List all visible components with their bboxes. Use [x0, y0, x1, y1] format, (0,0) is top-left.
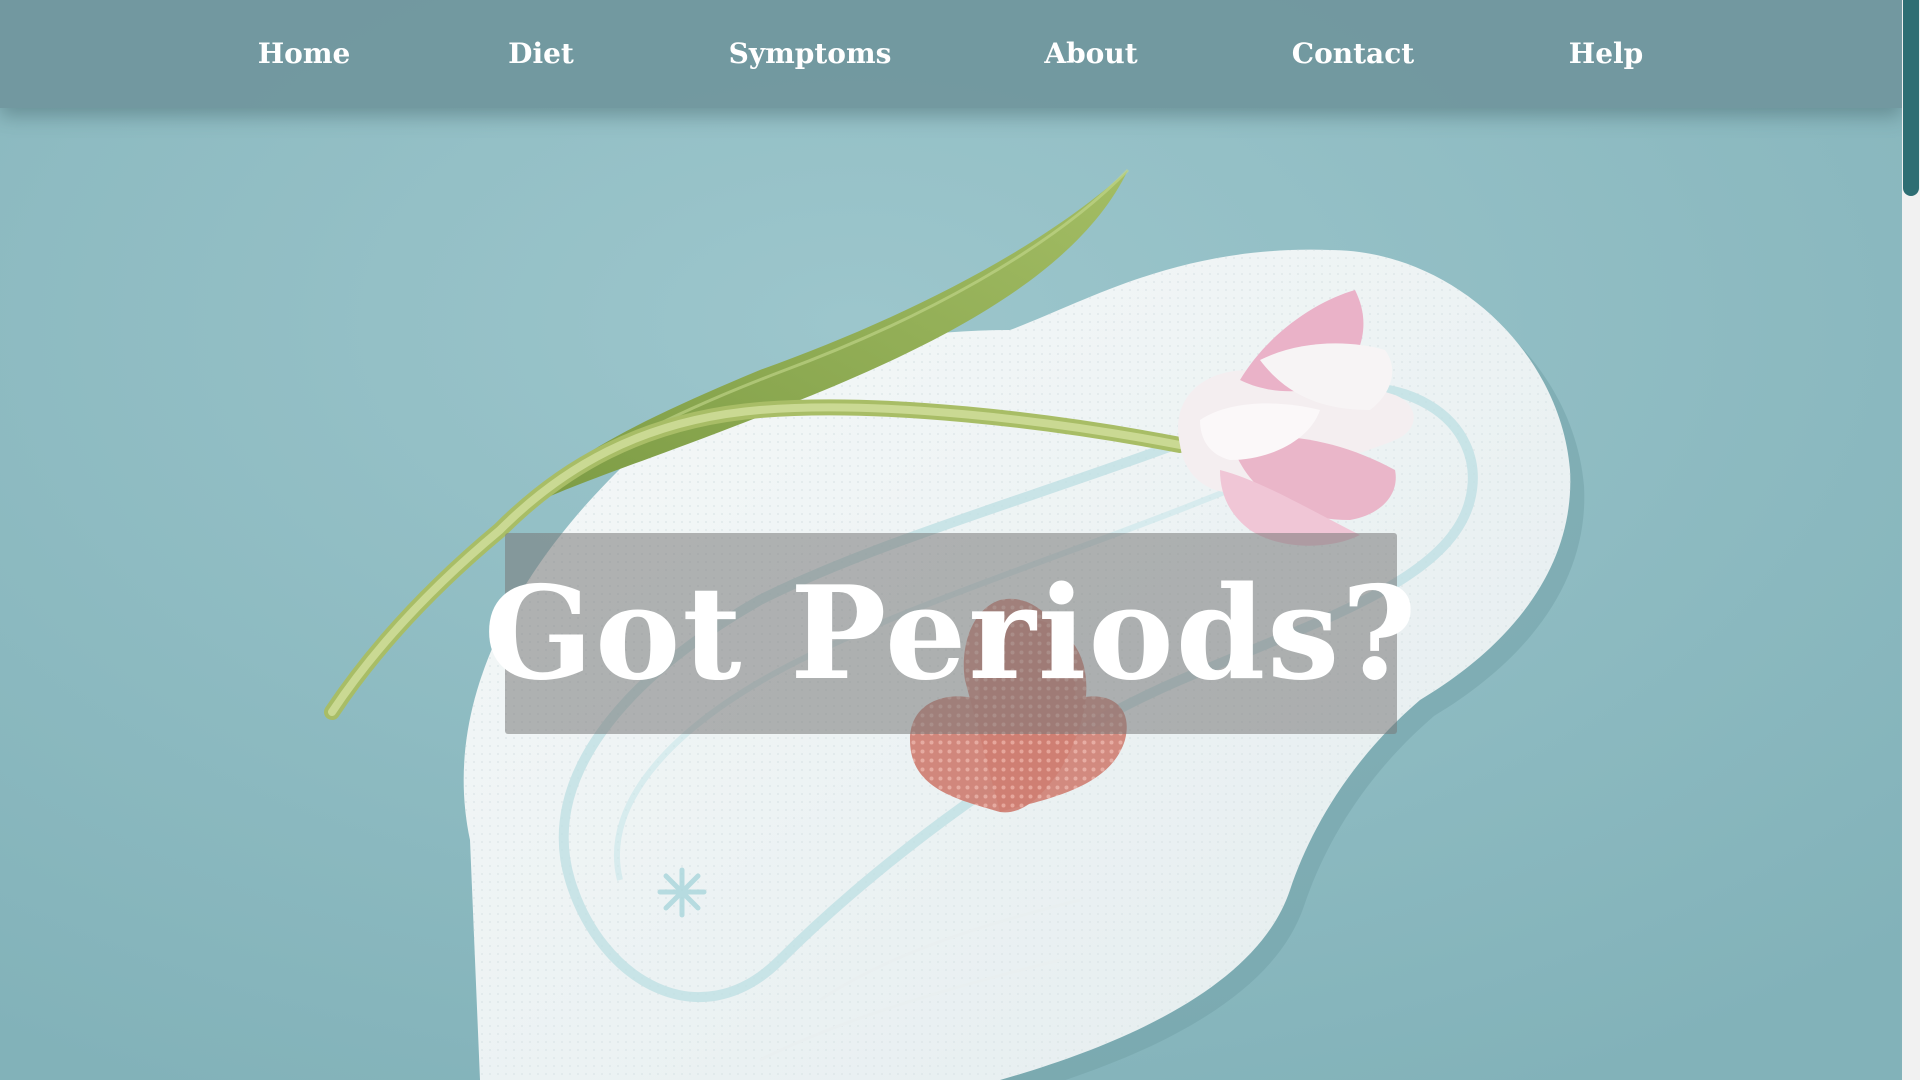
nav-help-link[interactable]: Help: [1569, 0, 1643, 108]
viewport: Home Diet Symptoms About Contact Help Go…: [0, 0, 1902, 1080]
nav-symptoms-link[interactable]: Symptoms: [729, 0, 892, 108]
hero-headline-box: Got Periods?: [484, 533, 1416, 734]
nav-diet-link[interactable]: Diet: [508, 0, 574, 108]
top-navbar: Home Diet Symptoms About Contact Help: [0, 0, 1902, 108]
hero-headline: Got Periods?: [483, 558, 1419, 709]
nav-contact-link[interactable]: Contact: [1292, 0, 1414, 108]
nav-about-link[interactable]: About: [1044, 0, 1137, 108]
nav-home-link[interactable]: Home: [258, 0, 351, 108]
scrollbar-thumb[interactable]: [1903, 0, 1919, 196]
page: Home Diet Symptoms About Contact Help Go…: [0, 0, 1920, 1080]
